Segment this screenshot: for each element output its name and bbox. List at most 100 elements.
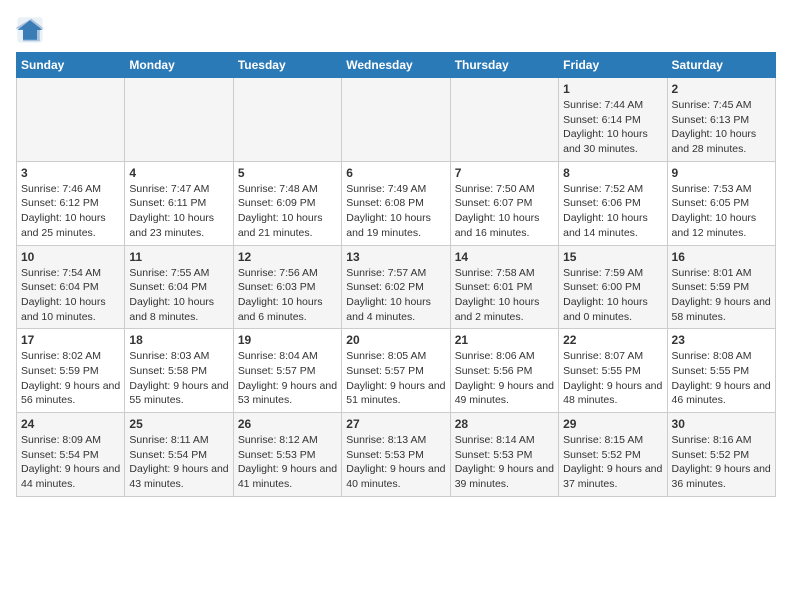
day-info: Sunrise: 8:09 AM Sunset: 5:54 PM Dayligh… — [21, 433, 120, 492]
day-number: 23 — [672, 333, 771, 347]
calendar-cell — [342, 78, 450, 162]
day-info: Sunrise: 8:02 AM Sunset: 5:59 PM Dayligh… — [21, 349, 120, 408]
day-info: Sunrise: 8:06 AM Sunset: 5:56 PM Dayligh… — [455, 349, 554, 408]
calendar-cell: 9 Sunrise: 7:53 AM Sunset: 6:05 PM Daylig… — [667, 161, 775, 245]
calendar-cell: 19 Sunrise: 8:04 AM Sunset: 5:57 PM Dayli… — [233, 329, 341, 413]
calendar-cell: 30Sunrise: 8:16 AM Sunset: 5:52 PM Dayli… — [667, 413, 775, 497]
day-info: Sunrise: 7:58 AM Sunset: 6:01 PM Dayligh… — [455, 266, 554, 325]
calendar-table: SundayMondayTuesdayWednesdayThursdayFrid… — [16, 52, 776, 497]
calendar-cell: 10 Sunrise: 7:54 AM Sunset: 6:04 PM Dayli… — [17, 245, 125, 329]
day-info: Sunrise: 8:11 AM Sunset: 5:54 PM Dayligh… — [129, 433, 228, 492]
day-number: 26 — [238, 417, 337, 431]
day-number: 7 — [455, 166, 554, 180]
calendar-cell: 7 Sunrise: 7:50 AM Sunset: 6:07 PM Daylig… — [450, 161, 558, 245]
day-info: Sunrise: 7:53 AM Sunset: 6:05 PM Dayligh… — [672, 182, 771, 241]
calendar-cell: 21Sunrise: 8:06 AM Sunset: 5:56 PM Dayli… — [450, 329, 558, 413]
day-info: Sunrise: 7:59 AM Sunset: 6:00 PM Dayligh… — [563, 266, 662, 325]
calendar-header-monday: Monday — [125, 53, 233, 78]
day-number: 5 — [238, 166, 337, 180]
logo — [16, 16, 48, 44]
day-info: Sunrise: 7:48 AM Sunset: 6:09 PM Dayligh… — [238, 182, 337, 241]
calendar-cell — [125, 78, 233, 162]
day-info: Sunrise: 8:01 AM Sunset: 5:59 PM Dayligh… — [672, 266, 771, 325]
day-info: Sunrise: 8:13 AM Sunset: 5:53 PM Dayligh… — [346, 433, 445, 492]
calendar-cell: 8 Sunrise: 7:52 AM Sunset: 6:06 PM Daylig… — [559, 161, 667, 245]
day-info: Sunrise: 8:15 AM Sunset: 5:52 PM Dayligh… — [563, 433, 662, 492]
calendar-cell: 15 Sunrise: 7:59 AM Sunset: 6:00 PM Dayli… — [559, 245, 667, 329]
calendar-header-row: SundayMondayTuesdayWednesdayThursdayFrid… — [17, 53, 776, 78]
calendar-cell: 29 Sunrise: 8:15 AM Sunset: 5:52 PM Dayli… — [559, 413, 667, 497]
day-info: Sunrise: 7:44 AM Sunset: 6:14 PM Dayligh… — [563, 98, 662, 157]
day-number: 17 — [21, 333, 120, 347]
calendar-cell: 13Sunrise: 7:57 AM Sunset: 6:02 PM Dayli… — [342, 245, 450, 329]
calendar-header-friday: Friday — [559, 53, 667, 78]
day-number: 22 — [563, 333, 662, 347]
calendar-cell: 3Sunrise: 7:46 AM Sunset: 6:12 PM Daylig… — [17, 161, 125, 245]
day-number: 2 — [672, 82, 771, 96]
calendar-cell: 23Sunrise: 8:08 AM Sunset: 5:55 PM Dayli… — [667, 329, 775, 413]
day-number: 18 — [129, 333, 228, 347]
calendar-cell — [17, 78, 125, 162]
calendar-cell: 1 Sunrise: 7:44 AM Sunset: 6:14 PM Daylig… — [559, 78, 667, 162]
day-number: 15 — [563, 250, 662, 264]
logo-icon — [16, 16, 44, 44]
calendar-cell: 20Sunrise: 8:05 AM Sunset: 5:57 PM Dayli… — [342, 329, 450, 413]
day-number: 29 — [563, 417, 662, 431]
day-number: 16 — [672, 250, 771, 264]
calendar-header-saturday: Saturday — [667, 53, 775, 78]
calendar-week-row: 1 Sunrise: 7:44 AM Sunset: 6:14 PM Daylig… — [17, 78, 776, 162]
day-info: Sunrise: 8:12 AM Sunset: 5:53 PM Dayligh… — [238, 433, 337, 492]
calendar-cell: 17 Sunrise: 8:02 AM Sunset: 5:59 PM Dayli… — [17, 329, 125, 413]
day-info: Sunrise: 8:14 AM Sunset: 5:53 PM Dayligh… — [455, 433, 554, 492]
calendar-week-row: 10 Sunrise: 7:54 AM Sunset: 6:04 PM Dayli… — [17, 245, 776, 329]
calendar-header-thursday: Thursday — [450, 53, 558, 78]
calendar-cell: 12 Sunrise: 7:56 AM Sunset: 6:03 PM Dayli… — [233, 245, 341, 329]
day-number: 1 — [563, 82, 662, 96]
calendar-cell: 14 Sunrise: 7:58 AM Sunset: 6:01 PM Dayli… — [450, 245, 558, 329]
calendar-cell: 4 Sunrise: 7:47 AM Sunset: 6:11 PM Daylig… — [125, 161, 233, 245]
day-info: Sunrise: 8:07 AM Sunset: 5:55 PM Dayligh… — [563, 349, 662, 408]
calendar-cell: 27 Sunrise: 8:13 AM Sunset: 5:53 PM Dayli… — [342, 413, 450, 497]
day-number: 3 — [21, 166, 120, 180]
day-info: Sunrise: 8:04 AM Sunset: 5:57 PM Dayligh… — [238, 349, 337, 408]
calendar-week-row: 17 Sunrise: 8:02 AM Sunset: 5:59 PM Dayli… — [17, 329, 776, 413]
day-number: 28 — [455, 417, 554, 431]
day-number: 6 — [346, 166, 445, 180]
day-info: Sunrise: 7:47 AM Sunset: 6:11 PM Dayligh… — [129, 182, 228, 241]
day-info: Sunrise: 7:52 AM Sunset: 6:06 PM Dayligh… — [563, 182, 662, 241]
calendar-cell — [233, 78, 341, 162]
day-number: 12 — [238, 250, 337, 264]
calendar-cell: 28 Sunrise: 8:14 AM Sunset: 5:53 PM Dayli… — [450, 413, 558, 497]
day-info: Sunrise: 7:56 AM Sunset: 6:03 PM Dayligh… — [238, 266, 337, 325]
day-number: 27 — [346, 417, 445, 431]
day-info: Sunrise: 8:05 AM Sunset: 5:57 PM Dayligh… — [346, 349, 445, 408]
calendar-header-sunday: Sunday — [17, 53, 125, 78]
day-info: Sunrise: 7:55 AM Sunset: 6:04 PM Dayligh… — [129, 266, 228, 325]
calendar-header-tuesday: Tuesday — [233, 53, 341, 78]
day-info: Sunrise: 7:54 AM Sunset: 6:04 PM Dayligh… — [21, 266, 120, 325]
calendar-cell — [450, 78, 558, 162]
calendar-cell: 16 Sunrise: 8:01 AM Sunset: 5:59 PM Dayli… — [667, 245, 775, 329]
calendar-week-row: 3Sunrise: 7:46 AM Sunset: 6:12 PM Daylig… — [17, 161, 776, 245]
day-number: 9 — [672, 166, 771, 180]
calendar-cell: 24Sunrise: 8:09 AM Sunset: 5:54 PM Dayli… — [17, 413, 125, 497]
calendar-cell: 26 Sunrise: 8:12 AM Sunset: 5:53 PM Dayli… — [233, 413, 341, 497]
day-number: 10 — [21, 250, 120, 264]
page-header — [16, 16, 776, 44]
day-info: Sunrise: 7:45 AM Sunset: 6:13 PM Dayligh… — [672, 98, 771, 157]
calendar-week-row: 24Sunrise: 8:09 AM Sunset: 5:54 PM Dayli… — [17, 413, 776, 497]
day-info: Sunrise: 7:57 AM Sunset: 6:02 PM Dayligh… — [346, 266, 445, 325]
day-number: 4 — [129, 166, 228, 180]
calendar-cell: 11Sunrise: 7:55 AM Sunset: 6:04 PM Dayli… — [125, 245, 233, 329]
day-info: Sunrise: 7:50 AM Sunset: 6:07 PM Dayligh… — [455, 182, 554, 241]
day-number: 8 — [563, 166, 662, 180]
day-number: 25 — [129, 417, 228, 431]
calendar-cell: 25 Sunrise: 8:11 AM Sunset: 5:54 PM Dayli… — [125, 413, 233, 497]
calendar-cell: 18Sunrise: 8:03 AM Sunset: 5:58 PM Dayli… — [125, 329, 233, 413]
day-number: 19 — [238, 333, 337, 347]
day-info: Sunrise: 7:49 AM Sunset: 6:08 PM Dayligh… — [346, 182, 445, 241]
calendar-header-wednesday: Wednesday — [342, 53, 450, 78]
calendar-cell: 22 Sunrise: 8:07 AM Sunset: 5:55 PM Dayli… — [559, 329, 667, 413]
day-number: 30 — [672, 417, 771, 431]
day-number: 14 — [455, 250, 554, 264]
